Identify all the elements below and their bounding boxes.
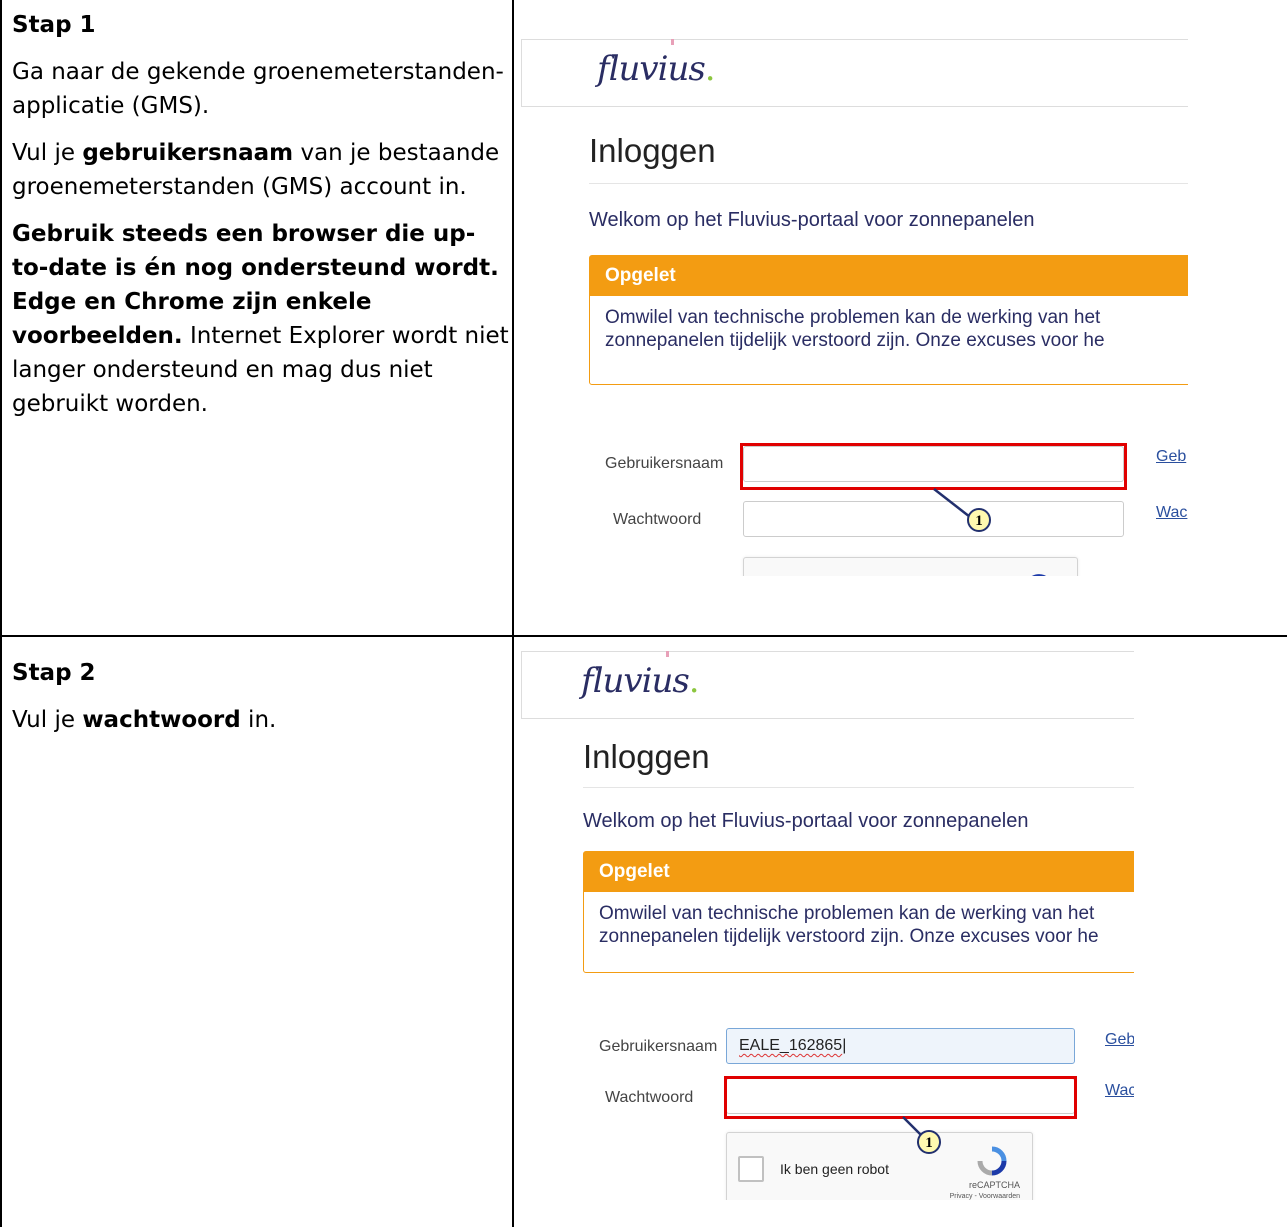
step1-paragraph-3: Gebruik steeds een browser die up-to-dat… — [12, 217, 510, 421]
heading-divider — [589, 183, 1188, 184]
highlight-password — [724, 1076, 1077, 1119]
username-label: Gebruikersnaam — [605, 455, 724, 472]
step1-title: Stap 1 — [12, 12, 96, 38]
welcome-text: Welkom op het Fluvius-portaal voor zonne… — [583, 810, 1029, 832]
warning-line: Omwilel van technische problemen kan de … — [605, 307, 1101, 328]
forgot-username-link[interactable]: Geb — [1156, 448, 1186, 466]
logo-dot: . — [688, 661, 700, 701]
fluvius-logo: fluvius. — [581, 661, 700, 701]
warning-box: Opgelet Omwilel van technische problemen… — [583, 851, 1134, 973]
pink-mark — [666, 651, 669, 657]
login-heading: Inloggen — [583, 738, 710, 775]
bold-username: gebruikersnaam — [82, 140, 294, 166]
table-row-divider — [0, 635, 1287, 637]
step1-paragraph-2: Vul je gebruikersnaam van je bestaande g… — [12, 136, 510, 204]
warning-title: Opgelet — [590, 256, 1188, 296]
recaptcha-widget[interactable]: Ik ben geen robot reCAPTCHA Privacy - Vo… — [726, 1132, 1033, 1200]
warning-title: Opgelet — [584, 852, 1134, 892]
heading-divider — [583, 787, 1134, 788]
captcha-privacy: Privacy - Voorwaarden — [949, 1193, 1020, 1200]
text-run: Vul je — [12, 140, 83, 166]
recaptcha-icon — [1031, 574, 1047, 576]
captcha-checkbox[interactable] — [738, 1156, 764, 1182]
step1-instructions: Stap 1 Ga naar de gekende groenemetersta… — [12, 8, 510, 434]
captcha-partial — [743, 557, 1078, 576]
text-run: in. — [240, 707, 277, 733]
forgot-password-link[interactable]: Wac — [1105, 1082, 1134, 1100]
callout-marker: 1 — [933, 488, 991, 532]
table-border-left — [0, 0, 2, 1227]
callout-number: 1 — [925, 1135, 933, 1151]
bold-password: wachtwoord — [82, 707, 241, 733]
logo-text: fluvius — [597, 49, 706, 89]
logo-dot: . — [704, 49, 716, 89]
password-label: Wachtwoord — [605, 1089, 694, 1106]
screenshot-step2: fluvius. Inloggen Welkom op het Fluvius-… — [521, 651, 1134, 1200]
welcome-text: Welkom op het Fluvius-portaal voor zonne… — [589, 209, 1035, 231]
step1-paragraph-1: Ga naar de gekende groenemeterstanden-ap… — [12, 59, 504, 119]
table-border-middle — [512, 0, 514, 1227]
warning-line: zonnepanelen tijdelijk verstoord zijn. O… — [599, 926, 1099, 947]
fluvius-logo: fluvius. — [597, 49, 716, 89]
step2-title: Stap 2 — [12, 660, 96, 686]
username-label: Gebruikersnaam — [599, 1038, 718, 1055]
forgot-username-link[interactable]: Geb — [1105, 1031, 1134, 1049]
username-value: EALE_162865 — [739, 1037, 843, 1054]
callout-number: 1 — [975, 513, 983, 529]
password-label: Wachtwoord — [613, 511, 702, 528]
step2-instructions: Stap 2 Vul je wachtwoord in. — [12, 656, 510, 750]
captcha-brand: reCAPTCHA — [968, 1180, 1020, 1190]
warning-text: Omwilel van technische problemen kan de … — [584, 892, 1134, 948]
recaptcha-icon — [977, 1146, 1007, 1176]
warning-line: Omwilel van technische problemen kan de … — [599, 903, 1095, 924]
username-input[interactable]: EALE_162865| — [726, 1028, 1075, 1064]
logo-text: fluvius — [581, 661, 690, 701]
forgot-password-link[interactable]: Wac — [1156, 504, 1187, 522]
text-run: Vul je — [12, 707, 83, 733]
captcha-label: Ik ben geen robot — [780, 1161, 889, 1177]
warning-text: Omwilel van technische problemen kan de … — [590, 296, 1188, 352]
pink-mark — [671, 39, 674, 45]
warning-box: Opgelet Omwilel van technische problemen… — [589, 255, 1188, 385]
step2-paragraph-1: Vul je wachtwoord in. — [12, 703, 510, 737]
highlight-username — [740, 443, 1127, 490]
screenshot-step1: fluvius. Inloggen Welkom op het Fluvius-… — [521, 39, 1188, 576]
warning-line: zonnepanelen tijdelijk verstoord zijn. O… — [605, 330, 1105, 351]
callout-marker: 1 — [902, 1116, 941, 1154]
login-heading: Inloggen — [589, 132, 716, 169]
